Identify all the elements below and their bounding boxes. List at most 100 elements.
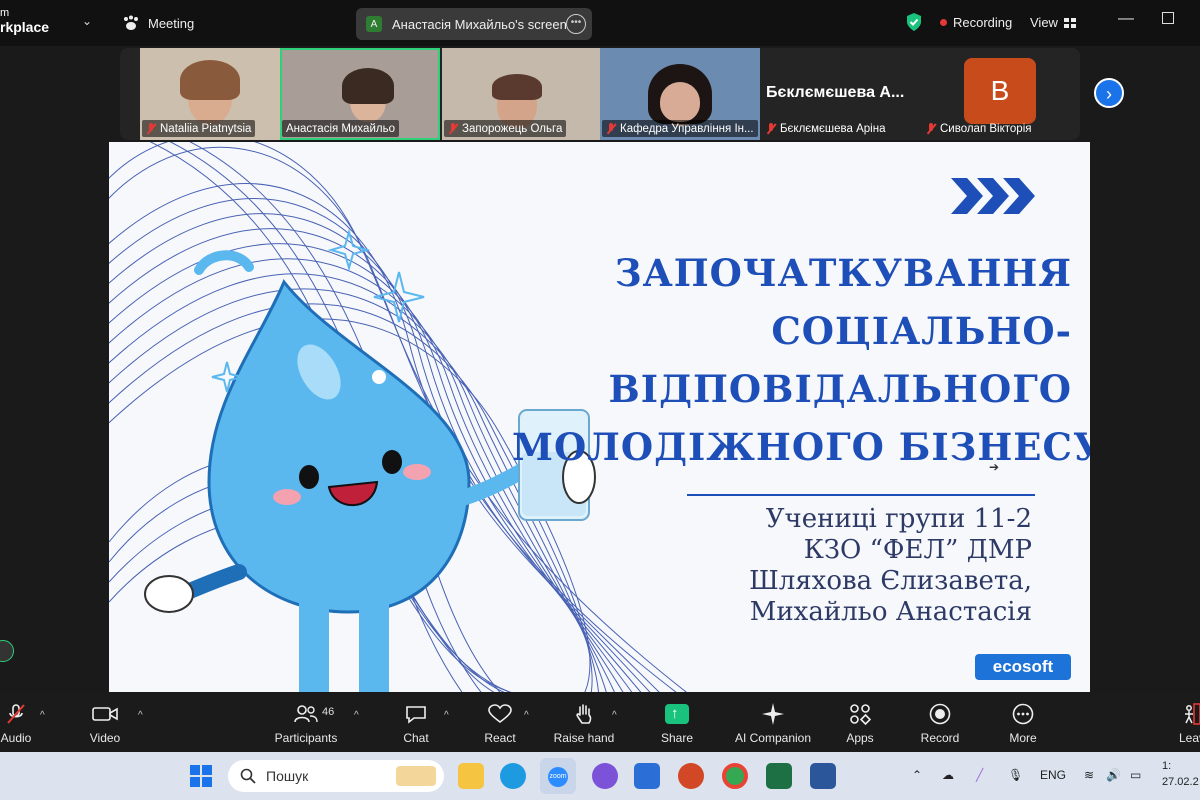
powerpoint-icon[interactable] [678, 763, 704, 789]
search-placeholder: Пошук [266, 768, 309, 784]
mic-muted-icon [7, 704, 25, 724]
screen-share-label: Анастасія Михайльо's screen [392, 16, 567, 32]
excel-icon[interactable] [766, 763, 792, 789]
minimize-icon[interactable]: — [1118, 10, 1134, 28]
participant-hair [342, 68, 394, 104]
audio-button[interactable]: Audio [0, 694, 36, 752]
system-clock[interactable]: 1: 27.02.2 [1162, 758, 1199, 790]
meeting-label: Meeting [148, 15, 195, 31]
share-screen-icon [665, 704, 689, 724]
top-bar: m rkplace ⌄ Meeting A Анастасія Михайльо… [0, 0, 1200, 46]
raise-hand-button[interactable]: Raise hand [552, 694, 616, 752]
video-options-caret[interactable]: ^ [138, 710, 143, 721]
chat-bubble-icon [406, 706, 426, 724]
chevron-arrows-icon [951, 178, 1035, 214]
file-explorer-icon[interactable] [458, 763, 484, 789]
slide-title-line: СОЦІАЛЬНО- [771, 309, 1072, 353]
taskbar-search[interactable]: Пошук [228, 760, 444, 792]
sharer-avatar: A [366, 16, 382, 32]
participant-name: Бєклємєшева Аріна [762, 120, 890, 137]
search-highlight-icon [396, 766, 436, 786]
chat-options-caret[interactable]: ^ [444, 710, 449, 721]
participant-face [660, 82, 700, 122]
participant-strip: Nataliia Piatnytsia Анастасія Михайльо З… [120, 48, 1080, 140]
pen-icon[interactable]: ╱ [976, 768, 983, 782]
language-indicator[interactable]: ENG [1040, 768, 1066, 782]
share-button[interactable]: Share [660, 694, 694, 752]
react-options-caret[interactable]: ^ [524, 710, 529, 721]
video-button[interactable]: Video [84, 694, 126, 752]
more-dots-icon [1012, 703, 1034, 725]
view-label: View [1030, 15, 1058, 30]
participant-name: Кафедра Управління Ін... [602, 120, 758, 137]
view-button[interactable]: View [1030, 15, 1076, 30]
slide-title-line: ВІДПОВІДАЛЬНОГО [608, 367, 1072, 411]
apps-icon [850, 704, 871, 725]
slide-authors: Учениці групи 11-2 КЗО “ФЕЛ” ДМР Шляхова… [612, 504, 1032, 628]
participant-tile[interactable]: Запорожець Ольга [442, 48, 600, 140]
participants-button[interactable]: Participants [270, 694, 342, 752]
participant-tile-active-speaker[interactable]: Анастасія Михайльо [280, 48, 440, 140]
windows-start-icon[interactable] [190, 765, 212, 787]
edge-browser-icon[interactable] [500, 763, 526, 789]
participant-tile[interactable]: Бєклємєшева А... Бєклємєшева Аріна [760, 48, 920, 140]
slide-author-line: Шляхова Єлизавета, [749, 566, 1032, 596]
word-icon[interactable] [810, 763, 836, 789]
store-icon[interactable] [634, 763, 660, 789]
raise-hand-icon [576, 704, 592, 724]
grid-icon [1063, 17, 1076, 28]
microphone-icon[interactable]: 🎙 [1008, 768, 1023, 782]
onedrive-icon[interactable]: ☁ [942, 768, 954, 782]
meeting-toolbar: Audio ^ Video ^ Participants 46 ^ Chat ^… [0, 694, 1200, 752]
chat-button[interactable]: Chat [398, 694, 434, 752]
participant-name: Nataliia Piatnytsia [142, 120, 256, 137]
apps-button[interactable]: Apps [844, 694, 876, 752]
viber-icon[interactable] [592, 763, 618, 789]
record-button[interactable]: Record [918, 694, 962, 752]
clock-date: 27.02.2 [1162, 776, 1199, 788]
slide-title-line: ЗАПОЧАТКУВАННЯ [614, 251, 1072, 295]
sparkle-icon [762, 703, 784, 725]
screen-share-indicator[interactable]: A Анастасія Михайльо's screen ••• [356, 8, 592, 40]
chevron-down-icon[interactable]: ⌄ [82, 14, 92, 28]
audio-options-caret[interactable]: ^ [40, 710, 45, 721]
recording-label: Recording [953, 15, 1013, 30]
next-participants-button[interactable]: › [1094, 78, 1124, 108]
mic-muted-icon [926, 122, 936, 135]
video-camera-icon [92, 707, 118, 721]
participant-hair [180, 60, 240, 100]
slide-author-line: КЗО “ФЕЛ” ДМР [803, 535, 1032, 565]
volume-icon[interactable]: 🔊 [1106, 768, 1121, 782]
participants-count: 46 [322, 706, 335, 718]
wifi-icon[interactable]: ≋ [1084, 768, 1094, 782]
participant-name: Запорожець Ольга [444, 120, 567, 137]
participant-tile[interactable]: Кафедра Управління Ін... [600, 48, 760, 140]
raise-hand-options-caret[interactable]: ^ [612, 710, 617, 721]
windows-taskbar: Пошук zoom ⌃ ☁ ╱ 🎙 ENG ≋ 🔊 ▭ 1: 27.02.2 [0, 752, 1200, 800]
zoom-icon: zoom [548, 767, 568, 787]
slide-divider [687, 494, 1035, 496]
participants-options-caret[interactable]: ^ [354, 710, 359, 721]
ai-companion-button[interactable]: AI Companion [732, 694, 814, 752]
more-options-icon[interactable]: ••• [566, 14, 586, 34]
chrome-icon[interactable] [722, 763, 748, 789]
restore-window-icon[interactable] [1162, 12, 1174, 24]
recording-indicator[interactable]: Recording [940, 15, 1012, 30]
participant-tile[interactable]: B Сиволап Вікторія [920, 48, 1080, 140]
meeting-menu[interactable]: Meeting [122, 15, 194, 31]
tray-chevron-up-icon[interactable]: ⌃ [912, 768, 922, 782]
participant-name: Анастасія Михайльо [282, 120, 399, 137]
participant-avatar: B [964, 58, 1036, 124]
react-button[interactable]: React [482, 694, 518, 752]
more-button[interactable]: More [1004, 694, 1042, 752]
battery-icon[interactable]: ▭ [1130, 768, 1141, 782]
leave-button[interactable]: Leav [1172, 694, 1200, 752]
meeting-paw-icon [124, 15, 138, 30]
participant-tile[interactable]: Nataliia Piatnytsia [140, 48, 298, 140]
app-brand: m rkplace [0, 7, 50, 35]
side-panel-toggle[interactable] [0, 640, 14, 662]
shared-screen-slide: ЗАПОЧАТКУВАННЯ СОЦІАЛЬНО- ВІДПОВІДАЛЬНОГ… [109, 142, 1090, 692]
mic-muted-icon [146, 122, 156, 135]
slide-author-line: Учениці групи 11-2 [765, 504, 1032, 534]
encryption-shield-icon[interactable] [905, 12, 923, 32]
